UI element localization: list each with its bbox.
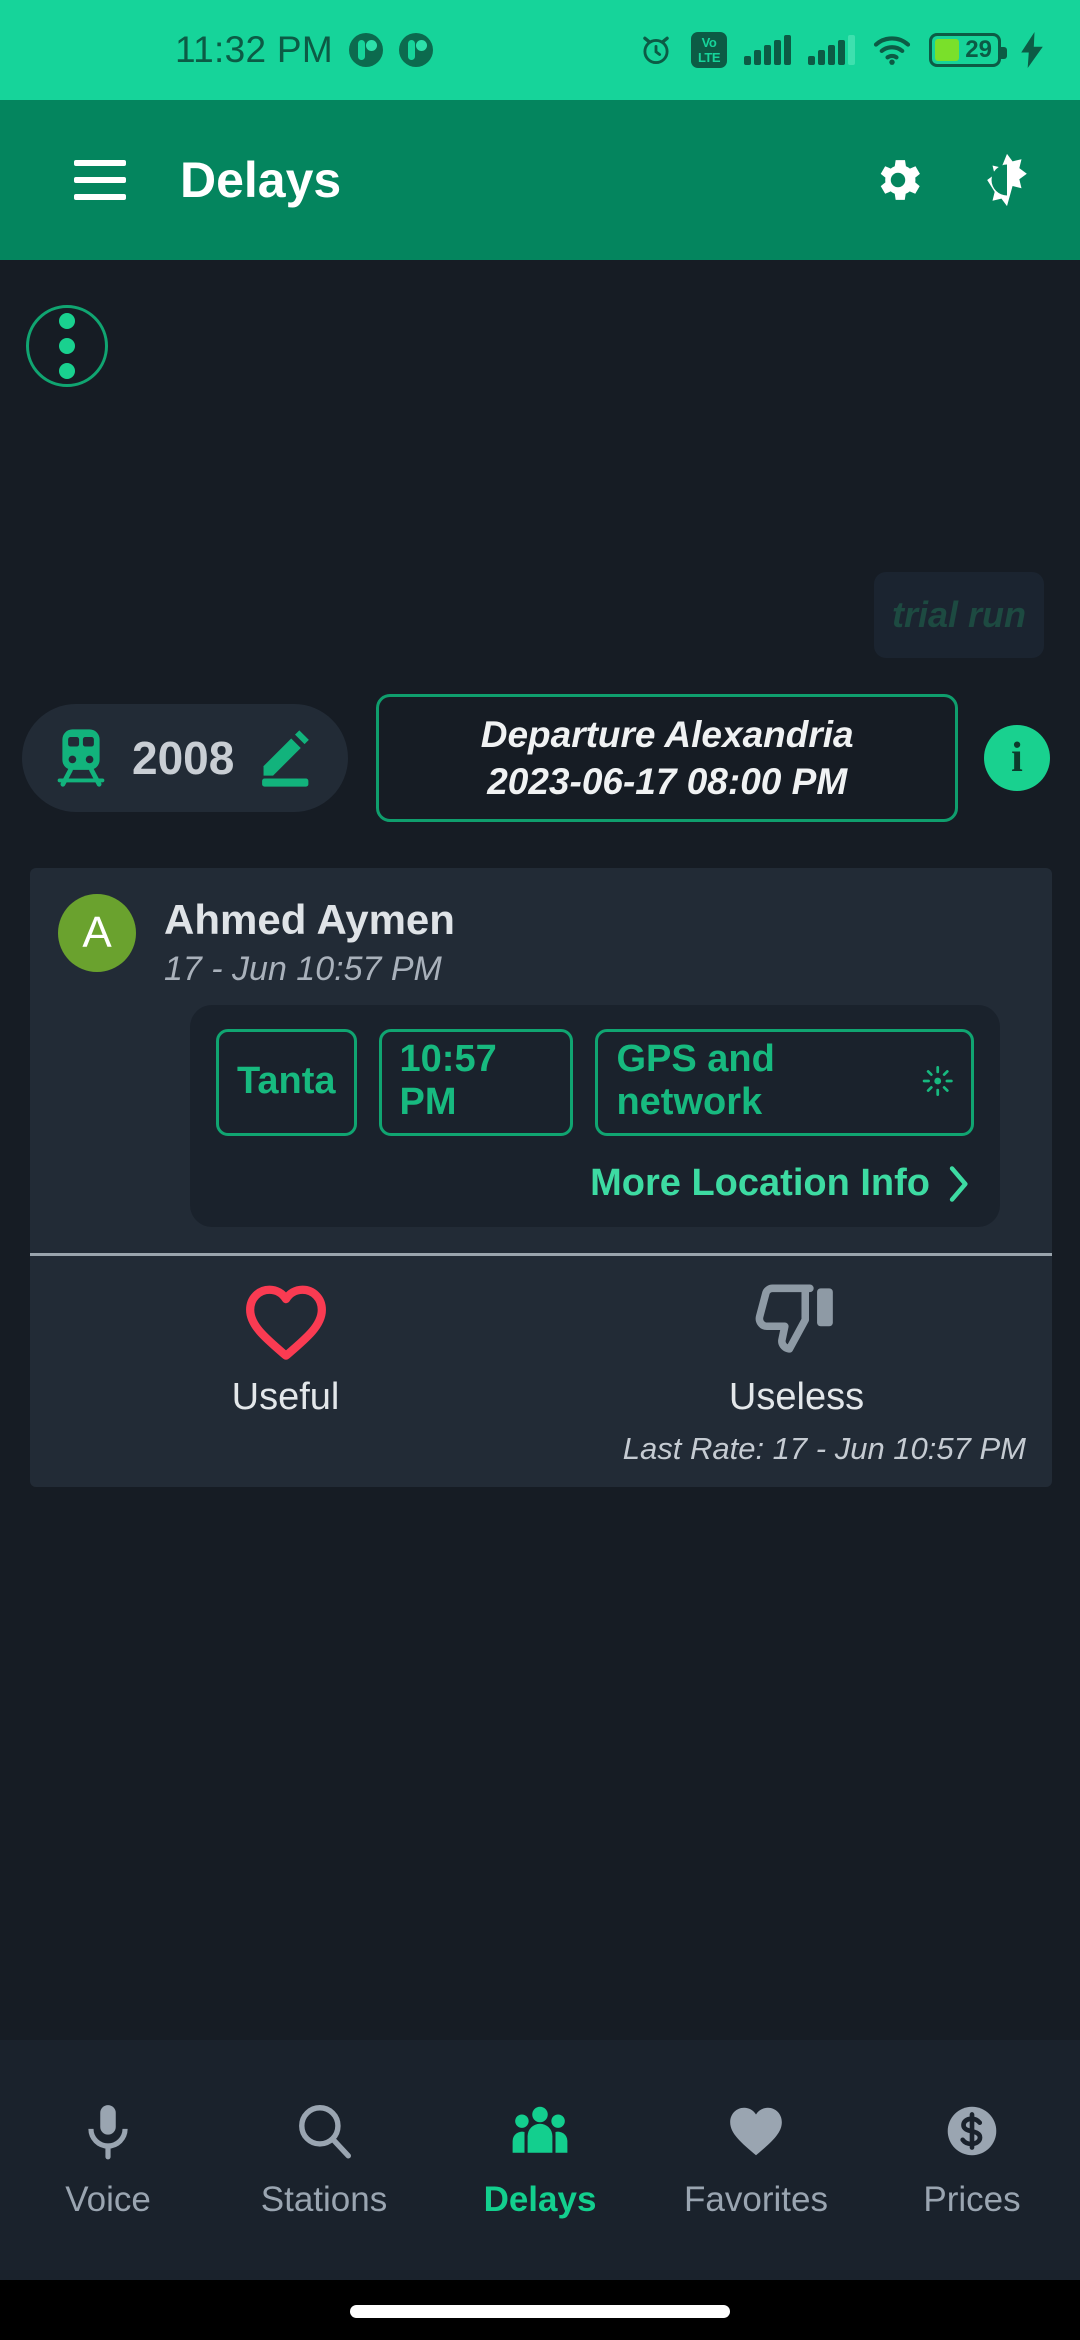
- microphone-icon: [88, 2105, 128, 2160]
- status-bar-left: 11:32 PM: [175, 29, 434, 71]
- app-bar: Delays: [0, 100, 1080, 260]
- nav-item-delays[interactable]: Delays: [432, 2100, 648, 2220]
- main-content: trial run 2008 Departure Alexandria 2023…: [0, 260, 1080, 2040]
- info-button[interactable]: i: [984, 725, 1050, 791]
- signal-bars-icon: [808, 35, 855, 65]
- chip-time-label: 10:57 PM: [399, 1038, 497, 1123]
- avatar: A: [58, 894, 136, 972]
- charging-bolt-icon: [1021, 32, 1043, 68]
- dollar-coin-icon: [947, 2106, 997, 2156]
- chip-station-label: Tanta: [237, 1059, 336, 1102]
- chip-location-source[interactable]: GPS and network: [595, 1029, 974, 1136]
- train-number: 2008: [132, 732, 235, 784]
- nav-label-stations: Stations: [260, 2180, 388, 2219]
- page-title: Delays: [180, 152, 342, 208]
- train-icon: [57, 729, 105, 787]
- report-detail-panel: Tanta 10:57 PM GPS and network More Loca…: [190, 1005, 1000, 1227]
- three-dots-vertical-icon[interactable]: [26, 305, 108, 387]
- report-meta: Ahmed Aymen 17 - Jun 10:57 PM: [164, 894, 455, 989]
- more-location-info-label: More Location Info: [590, 1162, 930, 1204]
- last-rate-text: Last Rate: 17 - Jun 10:57 PM: [622, 1431, 1026, 1466]
- bottom-navigation: Voice Stations Delays Favorites Prices: [0, 2040, 1080, 2280]
- wifi-icon: [873, 36, 911, 65]
- nav-label-favorites: Favorites: [684, 2180, 828, 2219]
- status-bar-clock: 11:32 PM: [175, 29, 334, 70]
- content-toolbar: [0, 260, 1080, 430]
- useful-label: Useful: [231, 1376, 340, 1418]
- nav-item-stations[interactable]: Stations: [216, 2100, 432, 2220]
- chevron-right-icon: [949, 1165, 968, 1202]
- trip-selector-row: 2008 Departure Alexandria 2023-06-17 08:…: [0, 688, 1080, 828]
- thumb-down-icon: [755, 1284, 833, 1353]
- departure-info-box[interactable]: Departure Alexandria 2023-06-17 08:00 PM: [376, 694, 958, 822]
- nav-label-delays: Delays: [483, 2180, 597, 2219]
- chip-location-source-label: GPS and network: [616, 1038, 775, 1123]
- delay-report-card: A Ahmed Aymen 17 - Jun 10:57 PM Tanta 10…: [30, 868, 1052, 1487]
- nav-label-voice: Voice: [65, 2180, 151, 2219]
- nav-label-prices: Prices: [923, 2180, 1021, 2219]
- report-header: A Ahmed Aymen 17 - Jun 10:57 PM: [30, 868, 1052, 989]
- rating-row: Useful Useless: [30, 1256, 1052, 1419]
- nav-item-voice[interactable]: Voice: [0, 2100, 216, 2220]
- status-bar: 11:32 PM Vo LTE 29: [0, 0, 1080, 100]
- heart-outline-icon: [245, 1285, 326, 1360]
- phone-screen: 11:32 PM Vo LTE 29 Delays trial run 2008…: [0, 0, 1080, 2340]
- report-chip-list: Tanta 10:57 PM GPS and network: [216, 1029, 974, 1136]
- nav-item-favorites[interactable]: Favorites: [648, 2100, 864, 2220]
- gear-icon[interactable]: [870, 152, 926, 208]
- notification-dot-icon: [399, 33, 434, 67]
- home-gesture-bar[interactable]: [350, 2305, 730, 2318]
- useless-button[interactable]: Useless: [541, 1282, 1052, 1419]
- pencil-edit-icon[interactable]: [256, 727, 314, 789]
- trial-run-watermark: trial run: [874, 572, 1044, 658]
- search-icon: [299, 2105, 351, 2159]
- battery-percent: 29: [965, 36, 992, 63]
- hamburger-menu-icon[interactable]: [74, 160, 126, 200]
- gesture-navigation-area: [0, 2280, 1080, 2340]
- chip-time[interactable]: 10:57 PM: [378, 1029, 574, 1136]
- alarm-icon: [643, 36, 669, 65]
- useful-button[interactable]: Useful: [30, 1282, 541, 1419]
- battery-icon: 29: [929, 33, 1007, 67]
- dark-mode-icon[interactable]: [978, 151, 1036, 209]
- report-timestamp: 17 - Jun 10:57 PM: [164, 950, 442, 988]
- people-group-icon: [512, 2106, 568, 2153]
- departure-datetime: 2023-06-17 08:00 PM: [487, 761, 848, 802]
- nav-item-prices[interactable]: Prices: [864, 2100, 1080, 2220]
- signal-bars-icon: [744, 35, 791, 65]
- departure-title: Departure Alexandria: [480, 714, 854, 755]
- status-bar-right: Vo LTE 29: [638, 32, 1046, 68]
- train-number-pill[interactable]: 2008: [22, 704, 349, 812]
- location-searching-icon: [922, 1065, 953, 1097]
- heart-filled-icon: [730, 2107, 782, 2156]
- useless-label: Useless: [728, 1376, 865, 1418]
- chip-station[interactable]: Tanta: [216, 1029, 357, 1136]
- reporter-name: Ahmed Aymen: [164, 896, 455, 943]
- app-bar-actions: [870, 151, 1036, 209]
- volte-icon: Vo LTE: [691, 32, 727, 68]
- notification-dot-icon: [349, 33, 384, 67]
- more-location-info-link[interactable]: More Location Info: [216, 1162, 974, 1205]
